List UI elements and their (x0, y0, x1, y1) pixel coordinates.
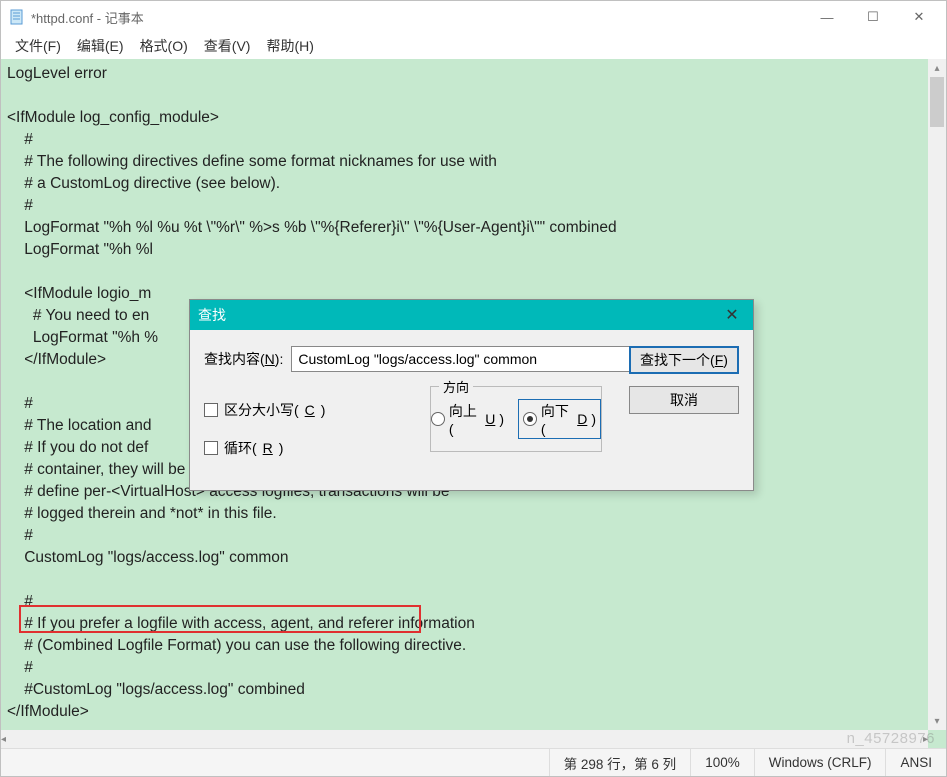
scroll-left-icon[interactable]: ◂ (1, 730, 6, 748)
close-button[interactable]: ✕ (896, 2, 942, 32)
status-position: 第 298 行，第 6 列 (549, 749, 691, 776)
menu-view[interactable]: 查看(V) (196, 34, 259, 58)
cancel-button[interactable]: 取消 (629, 386, 739, 414)
radio-down-circle (523, 412, 537, 426)
statusbar: 第 298 行，第 6 列 100% Windows (CRLF) ANSI (1, 748, 946, 776)
menu-edit[interactable]: 编辑(E) (69, 34, 132, 58)
find-button-column: 查找下一个(F) 取消 (629, 346, 739, 414)
menubar: 文件(F) 编辑(E) 格式(O) 查看(V) 帮助(H) (1, 33, 946, 59)
direction-label: 方向 (439, 377, 473, 396)
scroll-down-icon[interactable]: ▾ (928, 712, 946, 730)
editor-area: LogLevel error <IfModule log_config_modu… (1, 59, 946, 748)
checkbox-icon (204, 403, 218, 417)
find-what-label: 查找内容(N): (204, 349, 283, 369)
find-dialog-title: 查找 (198, 305, 719, 325)
match-case-checkbox[interactable]: 区分大小写(C) (204, 400, 325, 420)
find-dialog-body: 查找内容(N): 查找下一个(F) 取消 方向 向上(U) 向下(D) 区分大小… (190, 330, 753, 490)
radio-up-circle (431, 412, 445, 426)
notepad-icon (9, 9, 25, 25)
menu-help[interactable]: 帮助(H) (258, 34, 321, 58)
find-close-button[interactable]: ✕ (719, 305, 745, 325)
scroll-thumb[interactable] (930, 77, 944, 127)
horizontal-scrollbar[interactable]: ◂ ▸ (1, 730, 928, 748)
window-title: *httpd.conf - 记事本 (31, 8, 804, 27)
search-highlight (19, 605, 421, 633)
find-next-button[interactable]: 查找下一个(F) (629, 346, 739, 374)
radio-up[interactable]: 向上(U) (431, 401, 504, 437)
minimize-button[interactable]: — (804, 2, 850, 32)
titlebar: *httpd.conf - 记事本 — ☐ ✕ (1, 1, 946, 33)
watermark: n_45728976 (847, 730, 935, 747)
scroll-up-icon[interactable]: ▴ (928, 59, 946, 77)
window-controls: — ☐ ✕ (804, 2, 942, 32)
maximize-button[interactable]: ☐ (850, 2, 896, 32)
menu-file[interactable]: 文件(F) (7, 34, 69, 58)
status-line-ending: Windows (CRLF) (754, 749, 886, 776)
status-zoom: 100% (690, 749, 754, 776)
vertical-scrollbar[interactable]: ▴ ▾ (928, 59, 946, 730)
direction-group: 方向 向上(U) 向下(D) (430, 386, 602, 452)
radio-down[interactable]: 向下(D) (518, 399, 601, 439)
find-options: 区分大小写(C) 循环(R) (204, 400, 325, 458)
find-dialog: 查找 ✕ 查找内容(N): 查找下一个(F) 取消 方向 向上(U) 向下(D) (189, 299, 754, 491)
notepad-window: *httpd.conf - 记事本 — ☐ ✕ 文件(F) 编辑(E) 格式(O… (0, 0, 947, 777)
wrap-around-checkbox[interactable]: 循环(R) (204, 438, 325, 458)
menu-format[interactable]: 格式(O) (132, 34, 196, 58)
checkbox-icon (204, 441, 218, 455)
find-dialog-titlebar: 查找 ✕ (190, 300, 753, 330)
status-encoding: ANSI (885, 749, 946, 776)
